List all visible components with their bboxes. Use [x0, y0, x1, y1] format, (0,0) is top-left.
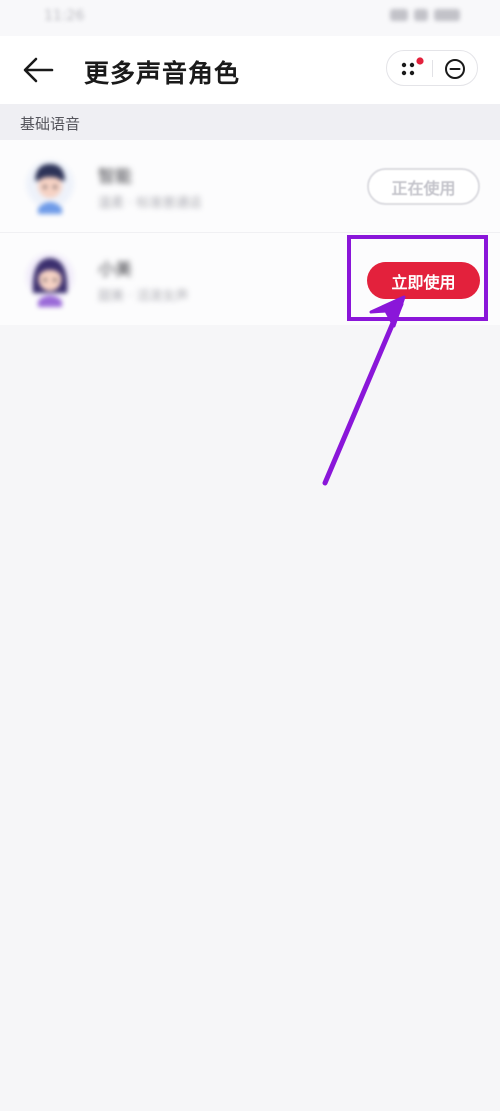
signal-icon [390, 9, 408, 21]
avatar-girl-icon [26, 253, 74, 307]
mini-program-capsule [386, 50, 478, 86]
avatar-boy-icon [26, 160, 74, 214]
in-use-button[interactable]: 正在使用 [367, 168, 480, 205]
page-title: 更多声音角色 [84, 59, 241, 88]
voice-description: 温柔 · 标准普通话 [98, 196, 202, 211]
status-bar: 11:26 [0, 0, 500, 36]
section-title: 基础语音 [20, 115, 81, 133]
battery-icon [434, 9, 460, 21]
section-header: 基础语音 [0, 104, 500, 140]
more-button[interactable] [395, 55, 429, 83]
status-time: 11:26 [44, 8, 85, 24]
notification-dot [416, 57, 424, 65]
screen: 11:26 更多声音角色 基础语音 智能 温柔 · 标准普通话 正在使用 小美 … [0, 0, 500, 1111]
voice-item: 小美 甜美 · 活泼女声 立即使用 [0, 232, 500, 325]
status-icons [390, 9, 460, 21]
voice-list: 智能 温柔 · 标准普通话 正在使用 小美 甜美 · 活泼女声 立即使用 [0, 140, 500, 325]
more-dots-icon [401, 57, 424, 76]
close-button[interactable] [437, 55, 471, 83]
back-button[interactable] [18, 52, 58, 88]
close-circle-icon [445, 59, 465, 79]
use-now-button[interactable]: 立即使用 [367, 262, 480, 299]
voice-name: 智能 [98, 167, 132, 187]
voice-name: 小美 [98, 260, 132, 280]
voice-item: 智能 温柔 · 标准普通话 正在使用 [0, 140, 500, 232]
arrow-left-icon [23, 57, 54, 83]
capsule-divider [432, 60, 433, 77]
wifi-icon [414, 9, 428, 21]
voice-description: 甜美 · 活泼女声 [98, 289, 189, 304]
top-navigation-bar: 更多声音角色 [0, 36, 500, 104]
